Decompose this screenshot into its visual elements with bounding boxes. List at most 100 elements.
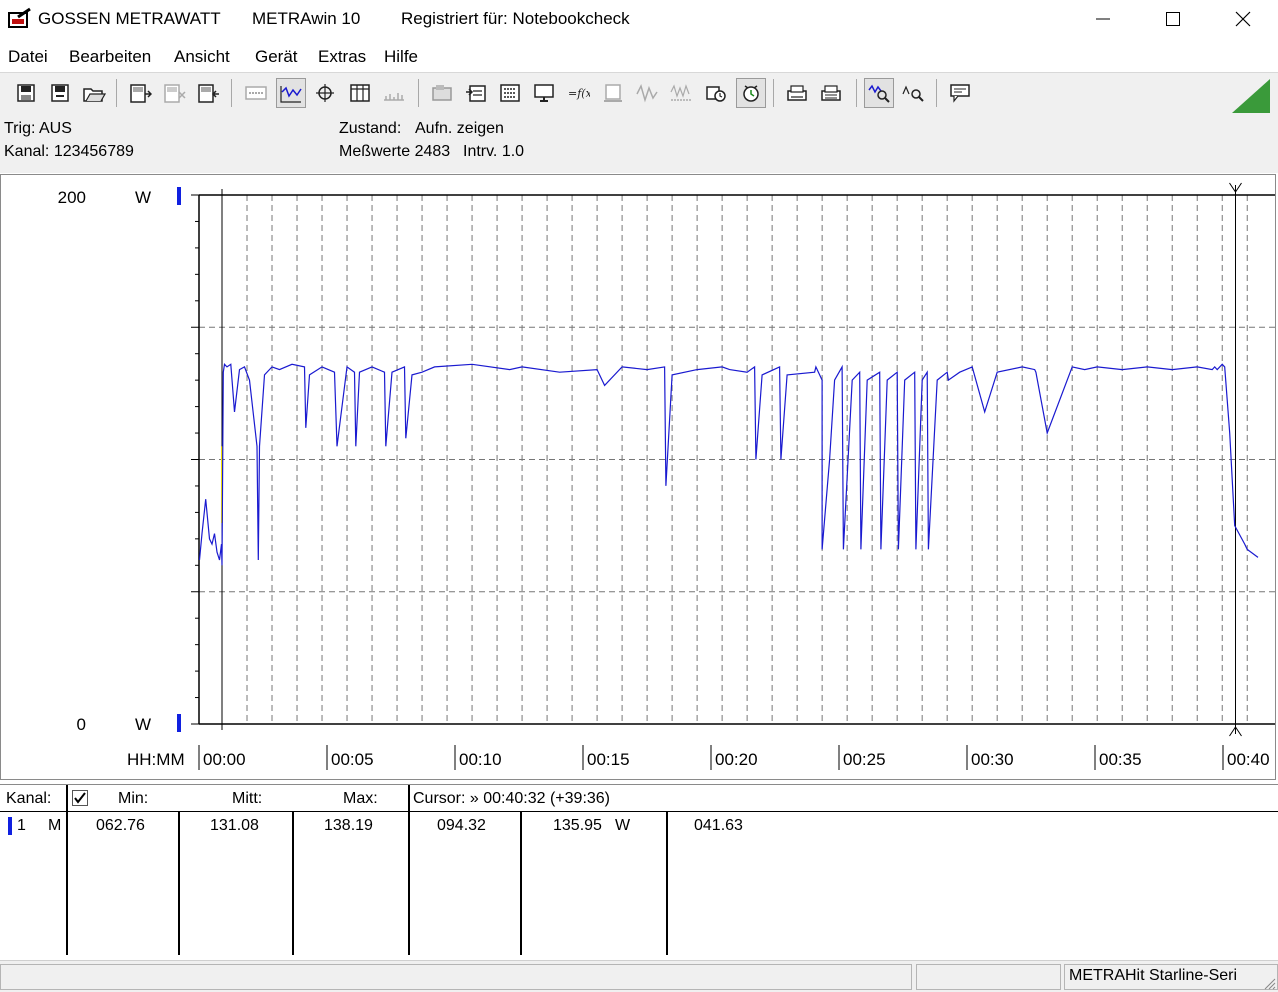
row-channel: 1 xyxy=(17,817,26,834)
save-as-button[interactable] xyxy=(45,78,75,108)
comment-button[interactable] xyxy=(945,78,975,108)
waveform-icon xyxy=(636,83,658,103)
statistics-button[interactable] xyxy=(495,78,525,108)
toolbar: =f(x) xyxy=(0,72,1278,116)
memory-button[interactable] xyxy=(598,78,628,108)
print-button[interactable] xyxy=(816,78,846,108)
memory-icon xyxy=(604,84,622,102)
zoom-button[interactable] xyxy=(898,78,928,108)
maximize-icon xyxy=(1166,12,1180,26)
menu-datei[interactable]: Datei xyxy=(8,47,48,67)
monitor-icon xyxy=(534,84,554,102)
row-mode: M xyxy=(48,817,62,834)
x-tick-label: 00:00 xyxy=(203,750,246,769)
channel-color-bar xyxy=(8,817,12,835)
function-icon: =f(x) xyxy=(568,87,590,100)
printer-icon xyxy=(787,85,807,101)
open-button[interactable] xyxy=(79,78,109,108)
x-tick-label: 00:10 xyxy=(459,750,502,769)
device-read-icon xyxy=(130,84,152,103)
function-button[interactable]: =f(x) xyxy=(563,78,593,108)
close-icon xyxy=(1235,11,1251,27)
save-button[interactable] xyxy=(11,78,41,108)
curve-icon xyxy=(280,86,302,103)
info-panel: Trig: AUS Kanal: 123456789 Zustand: Aufn… xyxy=(0,115,1278,173)
row-cursor-value: 094.32 xyxy=(437,817,486,834)
multi-waveform-icon xyxy=(670,84,691,101)
interval-value: Intrv. 1.0 xyxy=(463,143,525,160)
print-icon xyxy=(821,85,841,101)
check-icon xyxy=(74,792,86,804)
minimize-icon xyxy=(1096,18,1110,20)
title-bar: GOSSEN METRAWATT METRAwin 10 Registriert… xyxy=(0,0,1278,38)
print-setup-button[interactable] xyxy=(782,78,812,108)
transfer-button[interactable] xyxy=(461,78,491,108)
crosshair-icon xyxy=(316,84,334,102)
menu-bearbeiten[interactable]: Bearbeiten xyxy=(69,47,151,67)
x-tick-label: 00:05 xyxy=(331,750,374,769)
y-max-label: 200 xyxy=(58,188,86,207)
transfer-icon xyxy=(466,85,486,102)
maximize-button[interactable] xyxy=(1138,0,1208,38)
menu-bar: Datei Bearbeiten Ansicht Gerät Extras Hi… xyxy=(0,40,1278,72)
row-mitt: 131.08 xyxy=(210,817,259,834)
state-value: Aufn. zeigen xyxy=(415,120,504,137)
row-cursor-value2: 135.95 xyxy=(553,817,602,834)
crosshair-button[interactable] xyxy=(310,78,340,108)
close-button[interactable] xyxy=(1208,0,1278,38)
minimize-button[interactable] xyxy=(1068,0,1138,38)
menu-ansicht[interactable]: Ansicht xyxy=(174,47,230,67)
zoom-curve-button[interactable] xyxy=(864,78,894,108)
save-icon xyxy=(17,84,35,102)
scope-icon xyxy=(384,93,404,101)
status-pane-mid xyxy=(916,964,1061,990)
y-min-unit: W xyxy=(135,715,151,734)
statistics-table: Kanal: Min: Mitt: Max: Cursor: » 00:40:3… xyxy=(0,784,1278,955)
power-chart[interactable]: 200 W 0 W HH:MM 00:00 00:05 00:10 00:15 00:20 00:2… xyxy=(1,175,1275,779)
clock-icon xyxy=(743,85,759,102)
menu-geraet[interactable]: Gerät xyxy=(255,47,298,67)
clock-button[interactable] xyxy=(736,78,766,108)
save-as-icon xyxy=(51,84,69,102)
zoom-curve-icon xyxy=(868,84,890,103)
header-kanal: Kanal: xyxy=(6,790,52,807)
resize-grip-icon[interactable] xyxy=(1262,976,1276,990)
device-settings-button[interactable] xyxy=(427,78,457,108)
device-read-button[interactable] xyxy=(125,78,155,108)
measurement-count: Meßwerte 2483 xyxy=(339,143,451,160)
comment-icon xyxy=(950,84,970,103)
trigger-status: Trig: AUS xyxy=(4,120,72,137)
channel-list: Kanal: 123456789 xyxy=(4,143,134,160)
header-min: Min: xyxy=(118,790,149,807)
statistics-icon xyxy=(500,84,520,102)
device-delete-button[interactable] xyxy=(159,78,189,108)
channel-enable-checkbox[interactable] xyxy=(72,790,88,806)
svg-text:=f(x): =f(x) xyxy=(568,87,590,100)
status-device: METRAHit Starline-Seri xyxy=(1064,964,1278,990)
header-max: Max: xyxy=(343,790,378,807)
device-write-button[interactable] xyxy=(193,78,223,108)
curve-button[interactable] xyxy=(276,78,306,108)
status-bar: METRAHit Starline-Seri xyxy=(0,960,1278,992)
y-min-label: 0 xyxy=(77,715,86,734)
table-button[interactable] xyxy=(345,78,375,108)
waveform-button[interactable] xyxy=(632,78,662,108)
chart-panel[interactable]: 200 W 0 W HH:MM 00:00 00:05 00:10 00:15 00:20 00:2… xyxy=(0,174,1276,780)
y-min-marker xyxy=(177,714,181,732)
zoom-icon xyxy=(902,85,924,102)
device-write-icon xyxy=(198,84,219,103)
power-series-line xyxy=(198,363,1259,566)
multi-waveform-button[interactable] xyxy=(666,78,696,108)
menu-extras[interactable]: Extras xyxy=(318,47,366,67)
monitor-button[interactable] xyxy=(529,78,559,108)
device-settings-icon xyxy=(432,85,452,101)
scope-button[interactable] xyxy=(379,78,409,108)
row-min: 062.76 xyxy=(96,817,145,834)
timer-icon xyxy=(706,86,726,102)
menu-hilfe[interactable]: Hilfe xyxy=(384,47,418,67)
timer-button[interactable] xyxy=(701,78,731,108)
signal-indicator-icon xyxy=(1232,79,1270,118)
header-cursor: Cursor: » 00:40:32 (+39:36) xyxy=(413,790,611,807)
status-pane-main xyxy=(0,964,912,990)
numeric-display-button[interactable] xyxy=(241,78,271,108)
